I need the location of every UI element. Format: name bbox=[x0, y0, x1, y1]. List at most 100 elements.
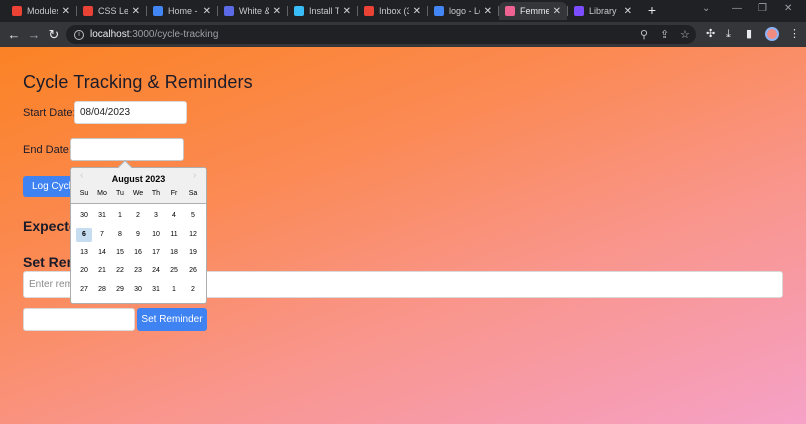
browser-toolbar: ← → ↻ i localhost:3000/cycle-tracking ⚲ … bbox=[0, 22, 806, 47]
calendar-day[interactable]: 1 bbox=[166, 283, 182, 297]
calendar-day[interactable]: 4 bbox=[166, 209, 182, 223]
gmail-m-icon bbox=[364, 6, 374, 16]
minimize-icon[interactable]: — bbox=[732, 3, 742, 14]
browser-tab[interactable]: Library ✕ bbox=[568, 2, 638, 20]
tab-close-icon[interactable]: ✕ bbox=[343, 6, 351, 17]
calendar-day[interactable]: 19 bbox=[185, 246, 201, 260]
restore-icon[interactable]: ❐ bbox=[758, 3, 767, 14]
calendar-day[interactable]: 2 bbox=[130, 209, 146, 223]
calendar-day[interactable]: 13 bbox=[76, 246, 92, 260]
url-path: :3000/cycle-tracking bbox=[129, 29, 219, 40]
calendar-day[interactable]: 1 bbox=[112, 209, 128, 223]
calendar-day[interactable]: 23 bbox=[130, 264, 146, 278]
tab-label: logo - Lo bbox=[449, 6, 480, 16]
calendar-day[interactable]: 28 bbox=[94, 283, 110, 297]
calendar-day[interactable]: 5 bbox=[185, 209, 201, 223]
weekday-header: Th bbox=[151, 190, 161, 197]
calendar-day[interactable]: 6 bbox=[76, 228, 92, 242]
end-date-input[interactable] bbox=[70, 138, 184, 161]
calendar-day[interactable]: 18 bbox=[166, 246, 182, 260]
weekday-header: Tu bbox=[116, 190, 124, 197]
calendar-day[interactable]: 24 bbox=[148, 264, 164, 278]
close-window-icon[interactable]: ✕ bbox=[784, 3, 792, 14]
calendar-day[interactable]: 21 bbox=[94, 264, 110, 278]
globe-icon bbox=[434, 6, 444, 16]
calendar-day[interactable]: 25 bbox=[166, 264, 182, 278]
page-title: Cycle Tracking & Reminders bbox=[23, 72, 253, 92]
tab-close-icon[interactable]: ✕ bbox=[132, 6, 140, 17]
calendar-day[interactable]: 15 bbox=[112, 246, 128, 260]
globe-icon bbox=[153, 6, 163, 16]
reminder-date-input[interactable] bbox=[23, 308, 135, 331]
calendar-day[interactable]: 31 bbox=[94, 209, 110, 223]
browser-tab[interactable]: Inbox (3 ✕ bbox=[358, 2, 427, 20]
browser-tab[interactable]: Femme ✕ bbox=[499, 2, 567, 20]
set-reminder-button[interactable]: Set Reminder bbox=[137, 308, 207, 331]
download-icon[interactable]: ⤓ bbox=[726, 27, 731, 41]
side-panel-icon[interactable]: ▮ bbox=[746, 27, 752, 41]
calendar-day[interactable]: 3 bbox=[148, 209, 164, 223]
tab-close-icon[interactable]: ✕ bbox=[413, 6, 421, 17]
tab-label: White & bbox=[239, 6, 269, 16]
calendar-day[interactable]: 30 bbox=[76, 209, 92, 223]
calendar-day[interactable]: 29 bbox=[112, 283, 128, 297]
calendar-day[interactable]: 20 bbox=[76, 264, 92, 278]
weekday-header: Sa bbox=[188, 190, 198, 197]
share-icon[interactable]: ⇪ bbox=[660, 28, 669, 41]
site-info-icon[interactable]: i bbox=[74, 29, 84, 40]
tab-label: CSS Lea bbox=[98, 6, 128, 16]
profile-avatar[interactable] bbox=[765, 27, 779, 41]
calendar-day[interactable]: 31 bbox=[148, 283, 164, 297]
start-date-label: Start Date: bbox=[23, 107, 76, 119]
tab-close-icon[interactable]: ✕ bbox=[624, 6, 632, 17]
back-icon[interactable]: ← bbox=[6, 27, 22, 43]
forward-icon[interactable]: → bbox=[26, 27, 42, 43]
tab-close-icon[interactable]: ✕ bbox=[273, 6, 281, 17]
calendar-day[interactable]: 22 bbox=[112, 264, 128, 278]
calendar-day[interactable]: 11 bbox=[166, 228, 182, 242]
address-bar[interactable]: i localhost:3000/cycle-tracking ⚲ ⇪ ☆ bbox=[66, 25, 696, 44]
reload-icon[interactable]: ↻ bbox=[46, 27, 62, 43]
calendar-day[interactable]: 26 bbox=[185, 264, 201, 278]
tab-label: Library bbox=[589, 6, 617, 16]
browser-tab[interactable]: Install Ta ✕ bbox=[288, 2, 357, 20]
calendar-day[interactable]: 30 bbox=[130, 283, 146, 297]
browser-tab[interactable]: logo - Lo ✕ bbox=[428, 2, 498, 20]
calendar-day[interactable]: 2 bbox=[185, 283, 201, 297]
end-date-label: End Date: bbox=[23, 144, 72, 156]
tab-strip: Modules✕CSS Lea✕Home - ✕White &✕Install … bbox=[0, 0, 806, 22]
zoom-search-icon[interactable]: ⚲ bbox=[640, 28, 648, 41]
tab-label: Install Ta bbox=[309, 6, 339, 16]
extensions-puzzle-icon[interactable]: ✣ bbox=[706, 27, 715, 41]
start-date-input[interactable]: 08/04/2023 bbox=[74, 101, 187, 124]
tab-label: Inbox (3 bbox=[379, 6, 409, 16]
calendar-day[interactable]: 14 bbox=[94, 246, 110, 260]
calendar-day[interactable]: 16 bbox=[130, 246, 146, 260]
datepicker-popup: ‹ August 2023 › Su Mo Tu We Th Fr Sa 30 31 1 2 3 4 5 6… bbox=[70, 159, 207, 304]
url-host: localhost bbox=[90, 29, 130, 40]
calendar-day[interactable]: 17 bbox=[148, 246, 164, 260]
calendar-day[interactable]: 10 bbox=[148, 228, 164, 242]
tab-search-icon[interactable]: ⌄ bbox=[702, 3, 710, 14]
weekday-header: Mo bbox=[97, 190, 107, 197]
next-month-icon[interactable]: › bbox=[193, 170, 196, 181]
tab-close-icon[interactable]: ✕ bbox=[62, 6, 70, 17]
start-date-value: 08/04/2023 bbox=[80, 107, 131, 118]
menu-kebab-icon[interactable]: ⋮ bbox=[789, 27, 800, 41]
new-tab-button[interactable]: + bbox=[644, 2, 660, 18]
calendar-day[interactable]: 7 bbox=[94, 228, 110, 242]
bookmark-star-icon[interactable]: ☆ bbox=[680, 28, 690, 41]
calendar-day[interactable]: 8 bbox=[112, 228, 128, 242]
browser-tab[interactable]: White & ✕ bbox=[218, 2, 287, 20]
tab-close-icon[interactable]: ✕ bbox=[484, 6, 492, 17]
calendar-day[interactable]: 12 bbox=[185, 228, 201, 242]
calendar-day[interactable]: 27 bbox=[76, 283, 92, 297]
page-icon bbox=[224, 6, 234, 16]
browser-tab[interactable]: CSS Lea ✕ bbox=[77, 2, 146, 20]
tab-close-icon[interactable]: ✕ bbox=[553, 6, 561, 17]
browser-tab[interactable]: Home - ✕ bbox=[147, 2, 217, 20]
browser-tab[interactable]: Modules ✕ bbox=[6, 2, 76, 20]
react-icon bbox=[505, 6, 515, 16]
calendar-day[interactable]: 9 bbox=[130, 228, 146, 242]
tab-close-icon[interactable]: ✕ bbox=[203, 6, 211, 17]
